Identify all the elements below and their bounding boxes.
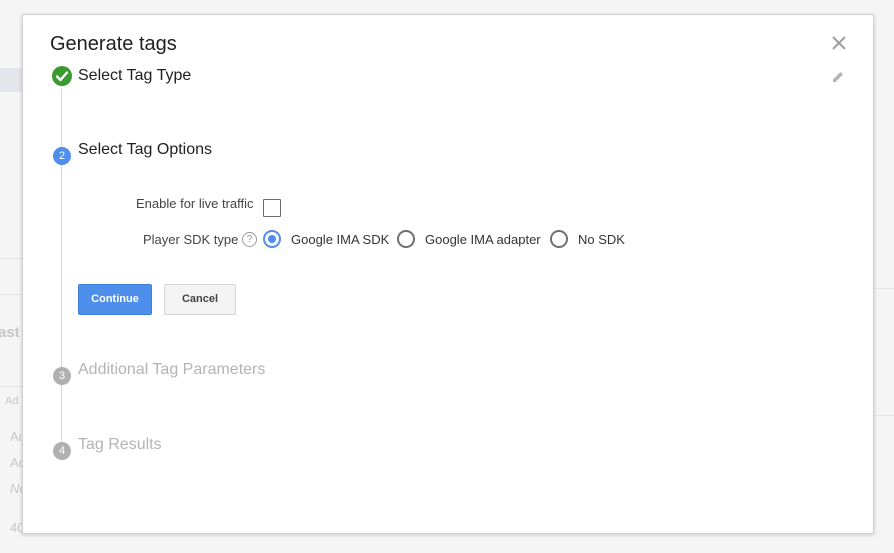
generate-tags-dialog: Generate tags Select Tag Type 2 Select T…	[22, 14, 874, 534]
sdk-option-label[interactable]: Google IMA adapter	[425, 232, 541, 247]
cancel-button[interactable]: Cancel	[164, 284, 236, 315]
pencil-icon[interactable]	[830, 69, 846, 85]
background-divider	[874, 415, 894, 416]
background-divider	[0, 386, 22, 387]
check-circle-icon	[52, 66, 72, 86]
close-icon[interactable]	[829, 33, 849, 53]
sdk-type-label: Player SDK type	[143, 232, 239, 247]
help-circle-icon[interactable]: ?	[242, 232, 257, 247]
live-traffic-checkbox[interactable]	[263, 199, 281, 217]
continue-button[interactable]: Continue	[78, 284, 152, 315]
live-traffic-label: Enable for live traffic	[136, 196, 254, 211]
background-sidebar-highlight	[0, 68, 22, 92]
background-text: Ad	[5, 395, 19, 407]
sdk-radio-no-sdk[interactable]	[550, 230, 568, 248]
step-number: 4	[53, 442, 71, 460]
step-label-select-tag-type[interactable]: Select Tag Type	[78, 67, 191, 85]
step-label-tag-results: Tag Results	[78, 436, 162, 453]
dialog-title: Generate tags	[50, 33, 177, 55]
sdk-radio-google-ima-adapter[interactable]	[397, 230, 415, 248]
sdk-option-label[interactable]: Google IMA SDK	[291, 232, 389, 247]
background-text: ast	[0, 324, 20, 341]
step-label-additional-tag-parameters: Additional Tag Parameters	[78, 361, 266, 378]
step-number: 2	[53, 147, 71, 165]
background-divider	[874, 288, 894, 289]
step-number: 3	[53, 367, 71, 385]
background-divider	[0, 258, 22, 259]
sdk-radio-google-ima-sdk[interactable]	[263, 230, 281, 248]
background-divider	[0, 294, 22, 295]
stepper-line	[61, 89, 62, 459]
sdk-option-label[interactable]: No SDK	[578, 232, 625, 247]
step-label-select-tag-options: Select Tag Options	[78, 141, 213, 158]
